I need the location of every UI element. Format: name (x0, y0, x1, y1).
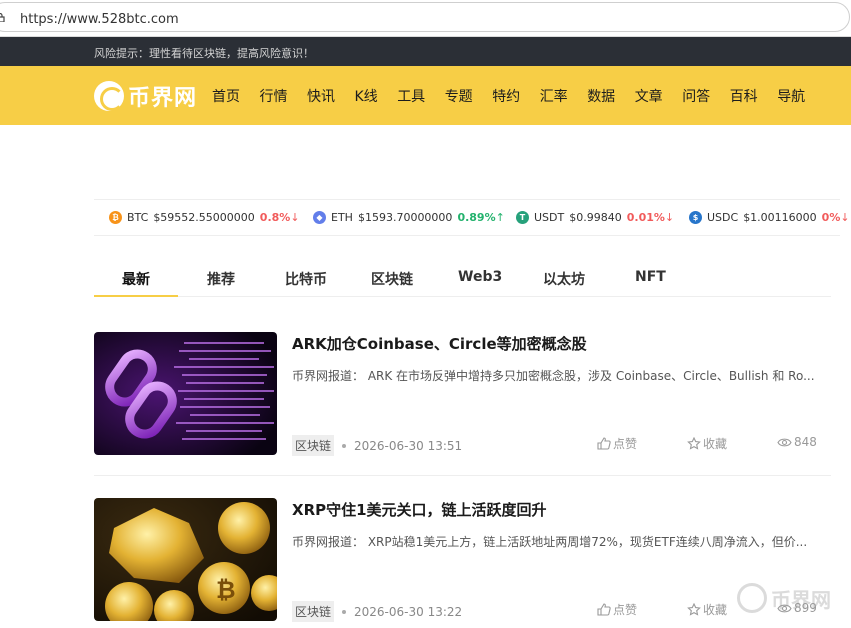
ticker-change: 0.8% (259, 211, 291, 224)
nav-item-articles[interactable]: 文章 (635, 86, 663, 106)
like-button[interactable]: 点赞 (597, 435, 637, 452)
ticker-change: 0.89% (457, 211, 496, 224)
like-label: 点赞 (613, 603, 638, 617)
ticker-change: 0% (821, 211, 841, 224)
tab-web3[interactable]: Web3 (458, 269, 502, 285)
tab-latest[interactable]: 最新 (122, 269, 150, 289)
category-tabs: 最新 推荐 比特币 区块链 Web3 以太坊 NFT (94, 260, 831, 297)
watermark-mark-icon (737, 583, 767, 613)
article-time: 2026-06-30 13:51 (354, 438, 463, 453)
gold-coins-image[interactable]: ₿ (94, 498, 277, 621)
thumbs-up-icon (597, 437, 611, 450)
article-summary: 币界网报道： ARK 在市场反弹中增持多只加密概念股，涉及 Coinbase、C… (292, 369, 815, 383)
tab-bitcoin[interactable]: 比特币 (285, 269, 327, 289)
eye-icon (777, 438, 792, 446)
article-meta: 区块链 2026-06-30 13:51 (292, 435, 462, 456)
ticker-price: $0.99840 (569, 211, 622, 224)
article-title[interactable]: ARK加仓Coinbase、Circle等加密概念股 (292, 333, 587, 354)
tab-recommended[interactable]: 推荐 (207, 269, 235, 289)
nav-item-home[interactable]: 首页 (212, 86, 240, 106)
favorite-label: 收藏 (703, 437, 728, 451)
chain-link-image[interactable] (94, 332, 277, 455)
like-label: 点赞 (613, 437, 638, 451)
site-logo[interactable]: 币界网 (94, 80, 197, 112)
ticker-item[interactable]: $ USDC $1.00116000 0% ↓ (689, 211, 850, 224)
separator-dot (342, 443, 347, 448)
nav-menu: 首页 行情 快讯 K线 工具 专题 特约 汇率 数据 文章 问答 百科 导航 (212, 86, 825, 106)
url-field[interactable]: https://www.528btc.com (0, 2, 850, 32)
nav-item-flash[interactable]: 快讯 (307, 86, 335, 106)
favorite-button[interactable]: 收藏 (687, 435, 727, 452)
article-summary: 币界网报道： XRP站稳1美元上方，链上活跃地址两周增72%，现货ETF连续八周… (292, 535, 808, 549)
nav-item-rates[interactable]: 汇率 (540, 86, 568, 106)
favorite-button[interactable]: 收藏 (687, 601, 727, 618)
article-meta: 区块链 2026-06-30 13:22 (292, 601, 462, 622)
article-tag[interactable]: 区块链 (292, 435, 335, 456)
price-ticker: ₿ BTC $59552.55000000 0.8% ↓ ◆ ETH $1593… (94, 199, 850, 236)
ticker-price: $1593.70000000 (357, 211, 453, 224)
tab-blockchain[interactable]: 区块链 (371, 269, 413, 289)
svg-text:₿: ₿ (216, 576, 236, 604)
ticker-item[interactable]: ◆ ETH $1593.70000000 0.89% ↑ (313, 211, 505, 224)
favorite-label: 收藏 (703, 603, 728, 617)
nav-item-kline[interactable]: K线 (355, 86, 378, 106)
ticker-symbol: ETH (331, 211, 353, 224)
arrow-down-icon: ↓ (290, 211, 300, 224)
usdc-icon: $ (689, 211, 702, 224)
article-card[interactable]: ARK加仓Coinbase、Circle等加密概念股 币界网报道： ARK 在市… (94, 332, 831, 456)
star-icon (687, 603, 701, 616)
ticker-item[interactable]: T USDT $0.99840 0.01% ↓ (516, 211, 674, 224)
logo-mark-icon (94, 81, 124, 111)
article-time: 2026-06-30 13:22 (354, 604, 463, 619)
tab-ethereum[interactable]: 以太坊 (543, 269, 585, 289)
btc-icon: ₿ (109, 211, 122, 224)
nav-item-tools[interactable]: 工具 (397, 86, 425, 106)
main-navbar: 币界网 首页 行情 快讯 K线 工具 专题 特约 汇率 数据 文章 问答 百科 … (0, 66, 851, 125)
usdt-icon: T (516, 211, 529, 224)
watermark-logo: 币界网 (737, 583, 831, 613)
article-divider (94, 475, 831, 476)
separator-dot (342, 609, 347, 614)
risk-notice-bar: 风险提示：理性看待区块链，提高风险意识！ (0, 37, 851, 66)
nav-item-qa[interactable]: 问答 (682, 86, 710, 106)
thumbs-up-icon (597, 603, 611, 616)
tab-nft[interactable]: NFT (635, 269, 666, 285)
url-text: https://www.528btc.com (20, 12, 179, 27)
arrow-up-icon: ↑ (495, 211, 505, 224)
article-title[interactable]: XRP守住1美元关口，链上活跃度回升 (292, 499, 547, 520)
article-card[interactable]: ₿ XRP守住1美元关口，链上活跃度回升 币界网报道： XRP站稳1美元上方，链… (94, 498, 831, 622)
view-count-value: 848 (794, 435, 817, 449)
ticker-change: 0.01% (626, 211, 665, 224)
ticker-symbol: USDT (534, 211, 565, 224)
ticker-price: $1.00116000 (743, 211, 817, 224)
ticker-symbol: USDC (707, 211, 739, 224)
arrow-down-icon: ↓ (840, 211, 850, 224)
nav-item-guide[interactable]: 导航 (777, 86, 805, 106)
star-icon (687, 437, 701, 450)
ticker-item[interactable]: ₿ BTC $59552.55000000 0.8% ↓ (109, 211, 300, 224)
view-count: 848 (777, 435, 817, 449)
browser-address-bar: https://www.528btc.com (0, 0, 851, 37)
ticker-symbol: BTC (127, 211, 149, 224)
eth-icon: ◆ (313, 211, 326, 224)
ticker-price: $59552.55000000 (153, 211, 255, 224)
active-tab-indicator (94, 295, 178, 297)
risk-notice-text: 风险提示：理性看待区块链，提高风险意识！ (94, 47, 314, 60)
like-button[interactable]: 点赞 (597, 601, 637, 618)
nav-item-topics[interactable]: 专题 (445, 86, 473, 106)
logo-text: 币界网 (128, 86, 198, 111)
arrow-down-icon: ↓ (664, 211, 675, 224)
nav-item-wiki[interactable]: 百科 (730, 86, 758, 106)
lock-icon (0, 13, 5, 22)
watermark-text: 币界网 (771, 587, 831, 612)
nav-item-special[interactable]: 特约 (492, 86, 520, 106)
nav-item-market[interactable]: 行情 (260, 86, 288, 106)
article-tag[interactable]: 区块链 (292, 601, 335, 622)
nav-item-data[interactable]: 数据 (587, 86, 615, 106)
